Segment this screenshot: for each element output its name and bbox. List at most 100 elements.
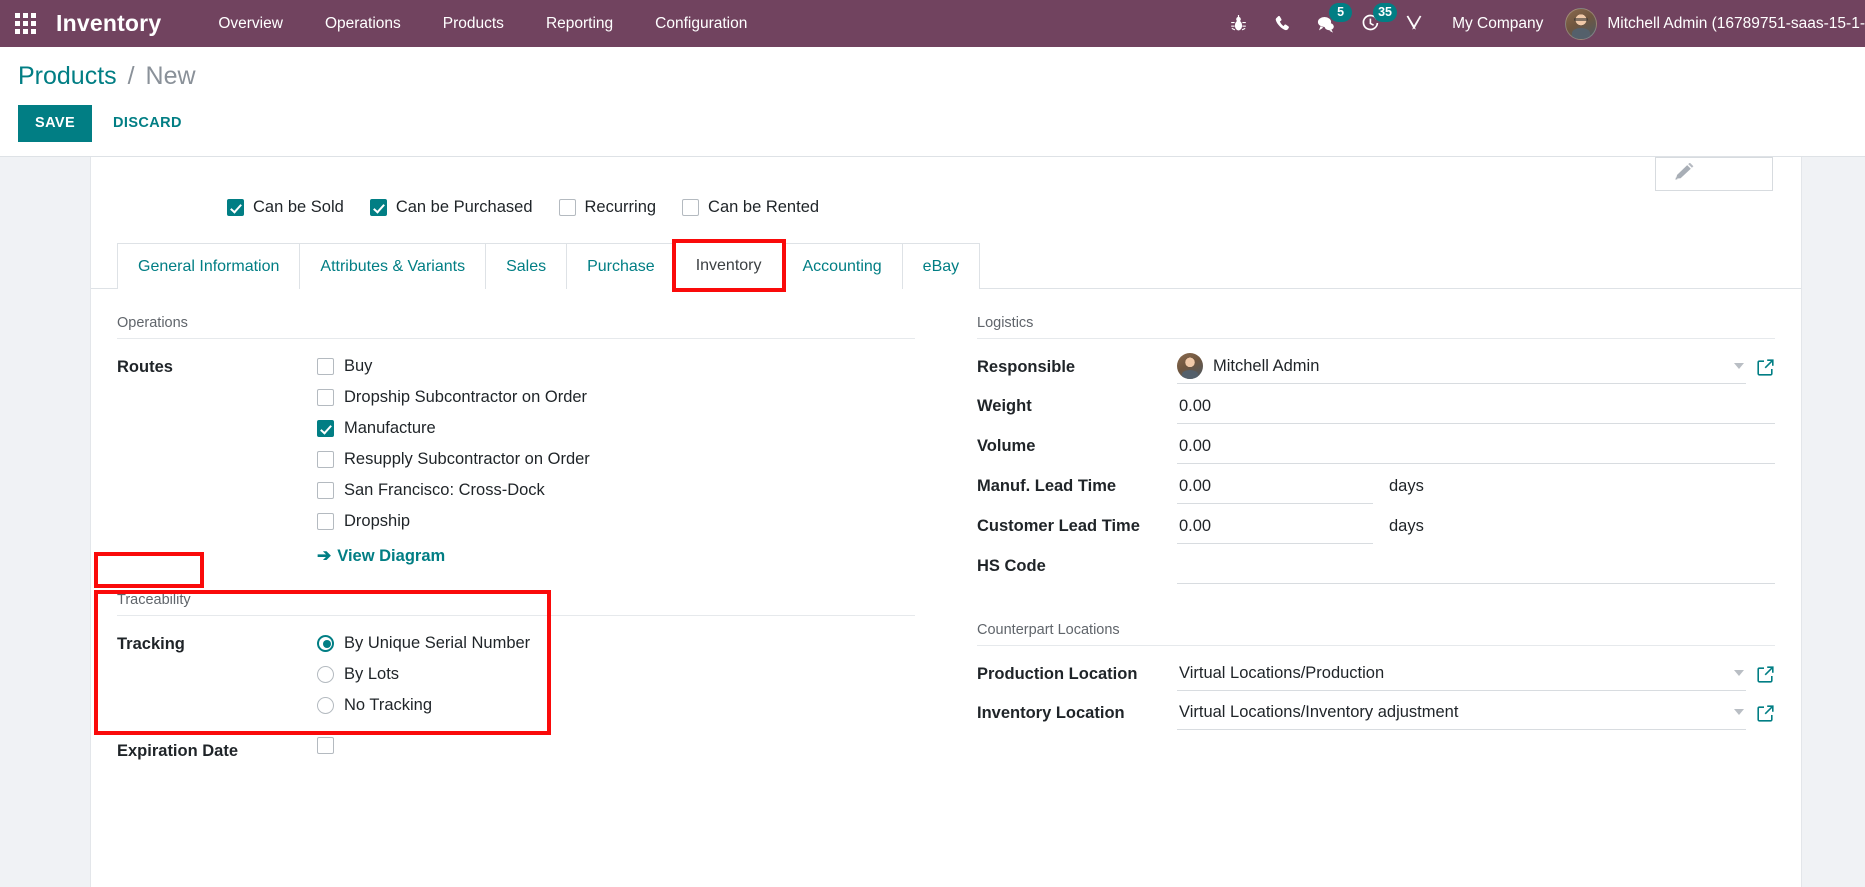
tracking-option-none[interactable]: No Tracking — [317, 695, 915, 715]
responsible-value: Mitchell Admin — [1177, 353, 1775, 384]
production-location-input[interactable]: Virtual Locations/Production — [1177, 660, 1746, 691]
user-menu[interactable]: Mitchell Admin (16789751-saas-15-1- — [1559, 7, 1865, 40]
checkbox-box — [317, 512, 334, 530]
route-san-francisco-cross-dock[interactable]: San Francisco: Cross-Dock — [317, 480, 915, 500]
routes-value: Buy Dropship Subcontractor on Order Manu… — [317, 353, 915, 566]
menu-item-configuration[interactable]: Configuration — [634, 0, 768, 47]
customer-lead-time-unit: days — [1389, 517, 1424, 535]
route-resupply-subcontractor-on-order[interactable]: Resupply Subcontractor on Order — [317, 449, 915, 469]
chevron-down-icon[interactable] — [1734, 670, 1744, 676]
discard-button[interactable]: DISCARD — [98, 105, 197, 142]
route-resupply-subcontractor-label: Resupply Subcontractor on Order — [344, 450, 590, 468]
chat-icon[interactable]: 5 — [1304, 0, 1353, 47]
menu-item-overview[interactable]: Overview — [197, 0, 304, 47]
breadcrumb-separator: / — [127, 62, 135, 90]
route-dropship-label: Dropship — [344, 512, 411, 530]
route-buy[interactable]: Buy — [317, 356, 915, 376]
route-dropship-subcontractor-on-order[interactable]: Dropship Subcontractor on Order — [317, 387, 915, 407]
notebook-tabs: General Information Attributes & Variant… — [91, 239, 1801, 292]
checkbox-box — [317, 357, 334, 375]
tab-purchase[interactable]: Purchase — [566, 243, 676, 289]
can-be-sold-checkbox[interactable]: Can be Sold — [227, 198, 344, 217]
save-button[interactable]: SAVE — [18, 105, 93, 142]
manuf-lead-time-input[interactable] — [1177, 472, 1373, 504]
can-be-purchased-checkbox[interactable]: Can be Purchased — [369, 198, 533, 217]
pencil-edit-icon[interactable] — [1674, 162, 1698, 186]
customer-lead-time-value: days — [1177, 512, 1775, 544]
menu-item-operations[interactable]: Operations — [304, 0, 422, 47]
customer-lead-time-label: Customer Lead Time — [977, 517, 1140, 535]
expiration-date-label: Expiration Date — [117, 742, 239, 760]
inventory-tab-pane: Operations Routes Buy Dropship Subcontra… — [91, 289, 1801, 769]
checkbox-box — [317, 481, 334, 499]
arrow-right-icon: ➔ — [317, 546, 332, 565]
tracking-lots-label: By Lots — [344, 665, 400, 683]
manuf-lead-time-value: days — [1177, 472, 1775, 504]
production-location-label: Production Location — [977, 665, 1138, 683]
breadcrumb-current: New — [145, 62, 196, 90]
volume-input[interactable] — [1177, 432, 1775, 464]
weight-input[interactable] — [1177, 392, 1775, 424]
route-cross-dock-label: San Francisco: Cross-Dock — [344, 481, 545, 499]
hs-code-input[interactable] — [1177, 552, 1775, 584]
recurring-checkbox[interactable]: Recurring — [558, 198, 656, 217]
tools-icon[interactable] — [1392, 0, 1436, 47]
tracking-value: By Unique Serial Number By Lots No Track… — [317, 630, 915, 715]
tracking-field-row: Tracking By Unique Serial Number By Lots — [117, 626, 915, 719]
route-manufacture[interactable]: Manufacture — [317, 418, 915, 438]
tab-inventory[interactable]: Inventory — [671, 239, 786, 292]
product-flags: Can be Sold Can be Purchased Recurring C… — [91, 187, 1801, 223]
top-navbar: Inventory Overview Operations Products R… — [0, 0, 1865, 47]
route-dropship[interactable]: Dropship — [317, 511, 915, 531]
view-diagram-link[interactable]: ➔ View Diagram — [317, 546, 915, 566]
user-name-label: Mitchell Admin (16789751-saas-15-1- — [1607, 14, 1865, 32]
expiration-date-value — [317, 737, 915, 754]
manuf-lead-time-field-row: Manuf. Lead Time days — [977, 468, 1775, 508]
internal-link-icon[interactable] — [1756, 358, 1775, 384]
menu-item-products[interactable]: Products — [422, 0, 525, 47]
product-image-field[interactable] — [1655, 157, 1773, 191]
tab-attributes-variants[interactable]: Attributes & Variants — [299, 243, 487, 289]
menu-item-reporting[interactable]: Reporting — [525, 0, 634, 47]
chevron-down-icon[interactable] — [1734, 709, 1744, 715]
activity-clock-icon[interactable]: 35 — [1348, 0, 1397, 47]
company-switcher[interactable]: My Company — [1436, 15, 1559, 33]
phone-icon[interactable] — [1260, 0, 1304, 47]
checkbox-box — [227, 198, 244, 216]
radio-button — [317, 665, 334, 683]
inventory-location-input[interactable]: Virtual Locations/Inventory adjustment — [1177, 699, 1746, 730]
chevron-down-icon[interactable] — [1734, 363, 1744, 369]
inventory-location-text: Virtual Locations/Inventory adjustment — [1179, 703, 1459, 721]
breadcrumb-products[interactable]: Products — [18, 62, 117, 90]
view-diagram-label: View Diagram — [337, 546, 446, 565]
form-scroll-area: Can be Sold Can be Purchased Recurring C… — [0, 157, 1865, 887]
responsible-input[interactable]: Mitchell Admin — [1177, 353, 1746, 384]
internal-link-icon[interactable] — [1756, 665, 1775, 691]
tab-general-information[interactable]: General Information — [117, 243, 301, 289]
radio-button — [317, 696, 334, 714]
expiration-date-checkbox[interactable] — [317, 737, 915, 754]
checkbox-box — [317, 419, 334, 437]
tracking-option-serial[interactable]: By Unique Serial Number — [317, 633, 915, 653]
internal-link-icon[interactable] — [1756, 704, 1775, 730]
can-be-rented-checkbox[interactable]: Can be Rented — [682, 198, 819, 217]
checkbox-box — [369, 198, 387, 216]
customer-lead-time-input[interactable] — [1177, 512, 1373, 544]
customer-lead-time-field-row: Customer Lead Time days — [977, 508, 1775, 548]
responsible-field-row: Responsible Mitchell Admin — [977, 349, 1775, 388]
inventory-location-label: Inventory Location — [977, 704, 1125, 722]
can-be-rented-label: Can be Rented — [708, 197, 820, 216]
tab-ebay[interactable]: eBay — [901, 243, 981, 289]
weight-field-row: Weight — [977, 388, 1775, 428]
navbar-systray: 5 35 My Company Mitchell Admin (16789751… — [1216, 0, 1865, 47]
radio-button — [317, 634, 334, 652]
tracking-option-lots[interactable]: By Lots — [317, 664, 915, 684]
bug-icon[interactable] — [1216, 0, 1260, 47]
tab-sales[interactable]: Sales — [485, 243, 568, 289]
app-brand-inventory[interactable]: Inventory — [56, 10, 161, 37]
right-column: Logistics Responsible Mitchell Admin Wei… — [977, 315, 1775, 769]
hs-code-field-row: HS Code — [977, 548, 1775, 588]
routes-field-row: Routes Buy Dropship Subcontractor on Ord… — [117, 349, 915, 570]
tab-accounting[interactable]: Accounting — [781, 243, 903, 289]
apps-grid-icon[interactable] — [0, 0, 44, 47]
